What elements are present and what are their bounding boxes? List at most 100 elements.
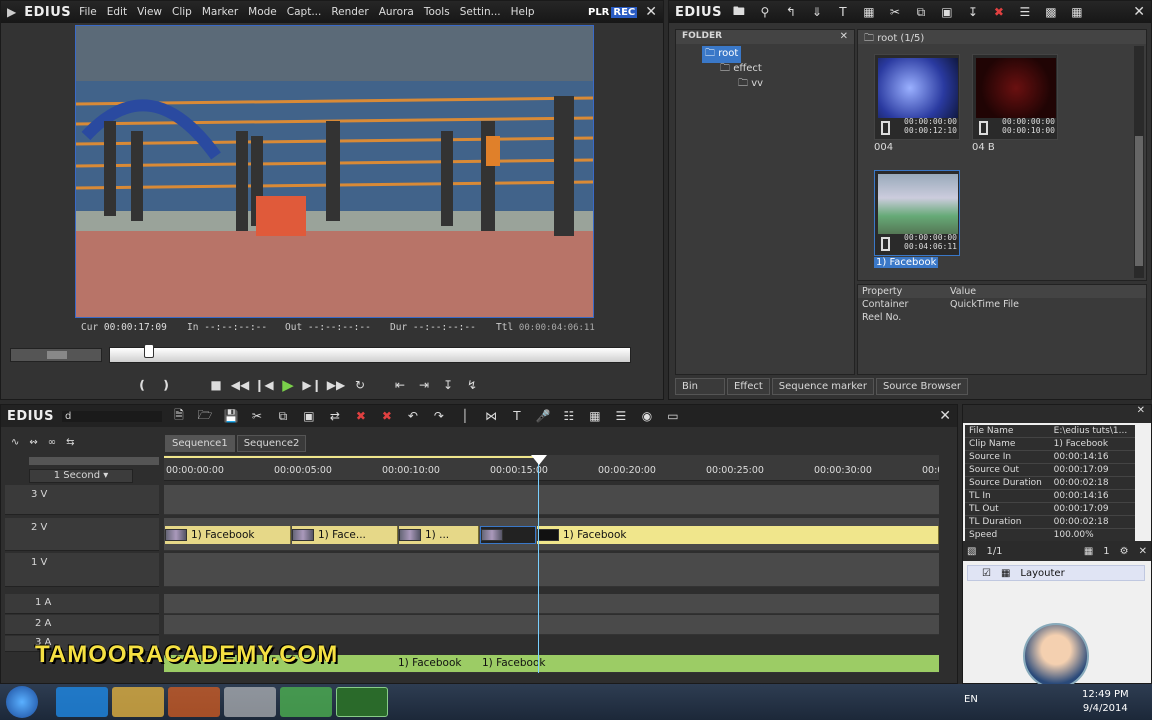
- layouter-row[interactable]: ☑ ▦ Layouter: [967, 565, 1145, 581]
- timeline-clip[interactable]: 1) Facebook: [537, 526, 939, 544]
- close-icon[interactable]: ✕: [840, 31, 848, 43]
- ie-icon[interactable]: [56, 687, 108, 717]
- title-icon[interactable]: T: [834, 3, 852, 21]
- menu-file[interactable]: File: [79, 6, 97, 18]
- mixer-icon[interactable]: ☷: [560, 407, 578, 425]
- search-icon[interactable]: ⚲: [756, 3, 774, 21]
- edius-taskbar-icon[interactable]: [336, 687, 388, 717]
- clip-thumb-004[interactable]: 00:00:00:00 00:00:12:10: [874, 54, 960, 140]
- tab-effect[interactable]: Effect: [726, 378, 770, 395]
- tab-sequence1[interactable]: Sequence1: [165, 435, 235, 452]
- delete-icon[interactable]: ✖: [352, 407, 370, 425]
- menu-help[interactable]: Help: [511, 6, 535, 18]
- tree-vv[interactable]: 🗀 vv: [738, 76, 763, 93]
- rec-label[interactable]: REC: [611, 6, 638, 18]
- start-button[interactable]: [6, 686, 38, 718]
- loop-icon[interactable]: ↻: [351, 376, 369, 394]
- copy-icon[interactable]: ⧉: [274, 407, 292, 425]
- media-player-icon[interactable]: [168, 687, 220, 717]
- menu-settin[interactable]: Settin...: [460, 6, 501, 18]
- timeline-ruler[interactable]: 00:00:00:00 00:00:05:00 00:00:10:00 00:00:1…: [164, 455, 939, 481]
- sliders-icon[interactable]: ☰: [612, 407, 630, 425]
- chrome-icon[interactable]: [224, 687, 276, 717]
- save-icon[interactable]: 💾: [222, 407, 240, 425]
- add-to-timeline-icon[interactable]: ↧: [964, 3, 982, 21]
- overwrite-icon[interactable]: ↯: [463, 376, 481, 394]
- timeline-cursor[interactable]: [538, 457, 539, 673]
- rewind-icon[interactable]: ◀◀: [231, 376, 249, 394]
- checkbox-icon[interactable]: ☑: [982, 568, 991, 579]
- transition-icon[interactable]: ⋈: [482, 407, 500, 425]
- stop-icon[interactable]: ■: [207, 376, 225, 394]
- timeline-clip[interactable]: 1) ...: [399, 526, 479, 544]
- up-folder-icon[interactable]: ↰: [782, 3, 800, 21]
- menu-capt[interactable]: Capt...: [287, 6, 322, 18]
- utorrent-icon[interactable]: [280, 687, 332, 717]
- split-icon[interactable]: │: [456, 407, 474, 425]
- clip-thumb-facebook[interactable]: 00:00:00:00 00:04:06:11: [874, 170, 960, 256]
- insert-icon[interactable]: ↧: [439, 376, 457, 394]
- set-out-icon[interactable]: ❫: [157, 376, 175, 394]
- voice-over-icon[interactable]: 🎤: [534, 407, 552, 425]
- menu-tools[interactable]: Tools: [424, 6, 450, 18]
- title-icon[interactable]: T: [508, 407, 526, 425]
- shuttle-slider[interactable]: [10, 348, 102, 362]
- close-icon[interactable]: ✕: [1137, 405, 1145, 416]
- track-mode-icon[interactable]: ∿: [11, 437, 19, 448]
- track-1v[interactable]: 1 V: [5, 553, 159, 587]
- track-3v[interactable]: 3 V: [5, 485, 159, 515]
- menu-aurora[interactable]: Aurora: [379, 6, 414, 18]
- timeline-clip-selected[interactable]: [480, 526, 536, 544]
- cut-icon[interactable]: ✂: [248, 407, 266, 425]
- sync-icon[interactable]: ◉: [638, 407, 656, 425]
- paste-icon[interactable]: ▣: [938, 3, 956, 21]
- menu-mode[interactable]: Mode: [248, 6, 277, 18]
- folder-icon[interactable]: 🖿: [730, 3, 748, 21]
- open-icon[interactable]: 🗁: [196, 407, 214, 425]
- menu-render[interactable]: Render: [331, 6, 368, 18]
- set-in-icon[interactable]: ❪: [133, 376, 151, 394]
- clip-thumb-04b[interactable]: 00:00:00:00 00:00:10:00: [972, 54, 1058, 140]
- close-icon[interactable]: ✕: [939, 408, 951, 424]
- track-lane-2a[interactable]: [164, 615, 939, 635]
- tab-bin[interactable]: Bin: [675, 378, 725, 395]
- color-bars-icon[interactable]: ▦: [860, 3, 878, 21]
- video-preview[interactable]: [75, 25, 594, 318]
- playhead-handle[interactable]: [144, 344, 154, 358]
- tab-source-browser[interactable]: Source Browser: [875, 378, 968, 395]
- menu-view[interactable]: View: [137, 6, 162, 18]
- timeline-clip[interactable]: 1) Face...: [292, 526, 398, 544]
- zoom-slider[interactable]: [29, 457, 159, 465]
- paste-icon[interactable]: ▣: [300, 407, 318, 425]
- tab-sequence2[interactable]: Sequence2: [236, 435, 307, 452]
- properties-icon[interactable]: ☰: [1016, 3, 1034, 21]
- view-icon[interactable]: ▩: [1042, 3, 1060, 21]
- next-edit-icon[interactable]: ⇥: [415, 376, 433, 394]
- redo-icon[interactable]: ↷: [430, 407, 448, 425]
- timeline-clip[interactable]: 1) Facebook: [165, 526, 291, 544]
- track-lane-2v[interactable]: 1) Facebook 1) Face... 1) ... 1) Faceboo…: [164, 518, 939, 551]
- prev-edit-icon[interactable]: ⇤: [391, 376, 409, 394]
- clip-view-scrollbar[interactable]: [1134, 46, 1144, 278]
- tab-sequence-marker[interactable]: Sequence marker: [771, 378, 874, 395]
- close-icon[interactable]: ✕: [645, 4, 657, 20]
- explorer-icon[interactable]: [112, 687, 164, 717]
- new-sequence-icon[interactable]: 🗎: [170, 407, 188, 425]
- track-lane-1v[interactable]: [164, 553, 939, 587]
- close-icon[interactable]: ✕: [1139, 546, 1147, 557]
- group-icon[interactable]: ⇆: [66, 437, 74, 448]
- step-back-icon[interactable]: ❙◀: [254, 376, 273, 394]
- clock[interactable]: 12:49 PM 9/4/2014: [1082, 688, 1129, 716]
- copy-icon[interactable]: ⧉: [912, 3, 930, 21]
- bin-menu-icon[interactable]: ▦: [1068, 3, 1086, 21]
- sync-lock-icon[interactable]: ↭: [29, 437, 37, 448]
- position-bar[interactable]: [109, 344, 631, 363]
- track-2a[interactable]: 2 A: [5, 615, 159, 635]
- filter-icon[interactable]: ▦: [1084, 546, 1093, 557]
- menu-marker[interactable]: Marker: [202, 6, 238, 18]
- layout-icon[interactable]: ▭: [664, 407, 682, 425]
- track-lane-3v[interactable]: [164, 485, 939, 515]
- settings-icon[interactable]: ⚙: [1120, 546, 1129, 557]
- ripple-delete-icon[interactable]: ✖: [378, 407, 396, 425]
- shuttle-handle[interactable]: [47, 351, 67, 359]
